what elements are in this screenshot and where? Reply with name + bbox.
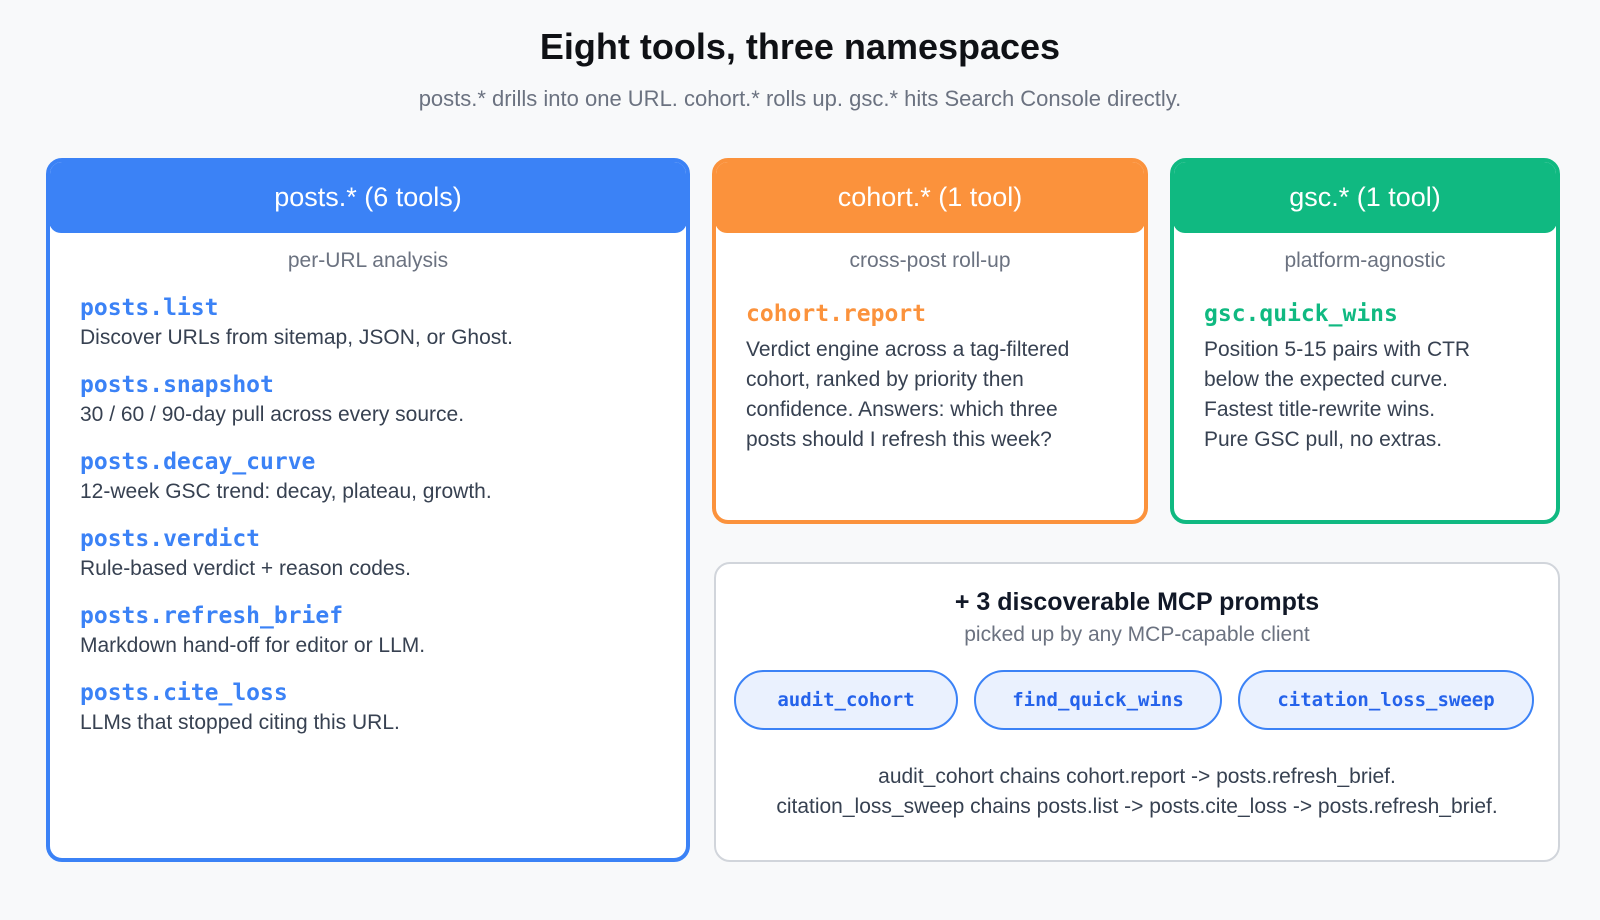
chain-note-line: citation_loss_sweep chains posts.list ->… (776, 795, 1498, 818)
tool-description-line: Verdict engine across a tag-filtered (746, 338, 1070, 361)
tool-description: 30 / 60 / 90-day pull across every sourc… (80, 403, 465, 426)
tool-description: LLMs that stopped citing this URL. (80, 711, 400, 734)
cohort-tool: cohort.report Verdict engine across a ta… (716, 273, 1144, 455)
tool-description-line: Position 5-15 pairs with CTR (1204, 338, 1471, 361)
prompt-pill-find-quick-wins: find_quick_wins (974, 670, 1222, 730)
tool-description-line: posts should I refresh this week? (746, 428, 1052, 451)
tool-description-line: Pure GSC pull, no extras. (1204, 428, 1443, 451)
tool-name: posts.refresh_brief (80, 603, 344, 629)
cohort-card-subtitle: cross-post roll-up (849, 249, 1011, 272)
gsc-card-subtitle: platform-agnostic (1284, 249, 1446, 272)
tool-item-posts-cite-loss: posts.cite_loss LLMs that stopped citing… (80, 678, 686, 738)
mcp-prompts-panel: + 3 discoverable MCP prompts picked up b… (714, 562, 1560, 862)
posts-card-subtitle: per-URL analysis (287, 249, 449, 272)
posts-tool-list: posts.list Discover URLs from sitemap, J… (50, 273, 686, 738)
diagram-subtitle: posts.* drills into one URL. cohort.* ro… (418, 86, 1182, 111)
tool-name: posts.snapshot (80, 372, 274, 398)
tool-name: cohort.report (746, 301, 927, 327)
tool-name: posts.cite_loss (80, 680, 288, 706)
prompts-title: + 3 discoverable MCP prompts (954, 588, 1320, 616)
tool-name: posts.list (80, 295, 219, 321)
tool-item-posts-verdict: posts.verdict Rule-based verdict + reaso… (80, 524, 686, 584)
prompt-pill-audit-cohort: audit_cohort (734, 670, 958, 730)
tool-description-line: Fastest title-rewrite wins. (1204, 398, 1436, 421)
tool-description: Rule-based verdict + reason codes. (80, 557, 411, 580)
diagram-title: Eight tools, three namespaces (539, 26, 1061, 67)
tool-item-posts-refresh-brief: posts.refresh_brief Markdown hand-off fo… (80, 601, 686, 661)
tool-name: posts.decay_curve (80, 449, 316, 475)
gsc-tool: gsc.quick_wins Position 5-15 pairs with … (1174, 273, 1556, 455)
posts-namespace-card: posts.* (6 tools) per-URL analysis posts… (46, 158, 690, 862)
tool-name: gsc.quick_wins (1204, 301, 1398, 327)
tool-name: posts.verdict (80, 526, 261, 552)
posts-card-heading: posts.* (6 tools) (50, 162, 686, 233)
tool-description-line: confidence. Answers: which three (746, 398, 1058, 421)
tool-item-posts-snapshot: posts.snapshot 30 / 60 / 90-day pull acr… (80, 370, 686, 430)
prompt-pill-citation-loss-sweep: citation_loss_sweep (1238, 670, 1534, 730)
tool-description-line: cohort, ranked by priority then (746, 368, 1024, 391)
chain-note-line: audit_cohort chains cohort.report -> pos… (878, 765, 1396, 788)
tool-description: Discover URLs from sitemap, JSON, or Gho… (80, 326, 513, 349)
cohort-card-heading: cohort.* (1 tool) (716, 162, 1144, 233)
tool-item-posts-list: posts.list Discover URLs from sitemap, J… (80, 293, 686, 353)
prompt-chain-notes: audit_cohort chains cohort.report -> pos… (716, 762, 1558, 822)
tool-description: 12-week GSC trend: decay, plateau, growt… (80, 480, 492, 503)
prompts-subtitle: picked up by any MCP-capable client (964, 623, 1310, 646)
cohort-namespace-card: cohort.* (1 tool) cross-post roll-up coh… (712, 158, 1148, 524)
tool-description: Markdown hand-off for editor or LLM. (80, 634, 426, 657)
prompt-pill-row: audit_cohort find_quick_wins citation_lo… (734, 670, 1534, 730)
gsc-namespace-card: gsc.* (1 tool) platform-agnostic gsc.qui… (1170, 158, 1560, 524)
tool-item-posts-decay-curve: posts.decay_curve 12-week GSC trend: dec… (80, 447, 686, 507)
tool-description-line: below the expected curve. (1204, 368, 1448, 391)
gsc-card-heading: gsc.* (1 tool) (1174, 162, 1556, 233)
